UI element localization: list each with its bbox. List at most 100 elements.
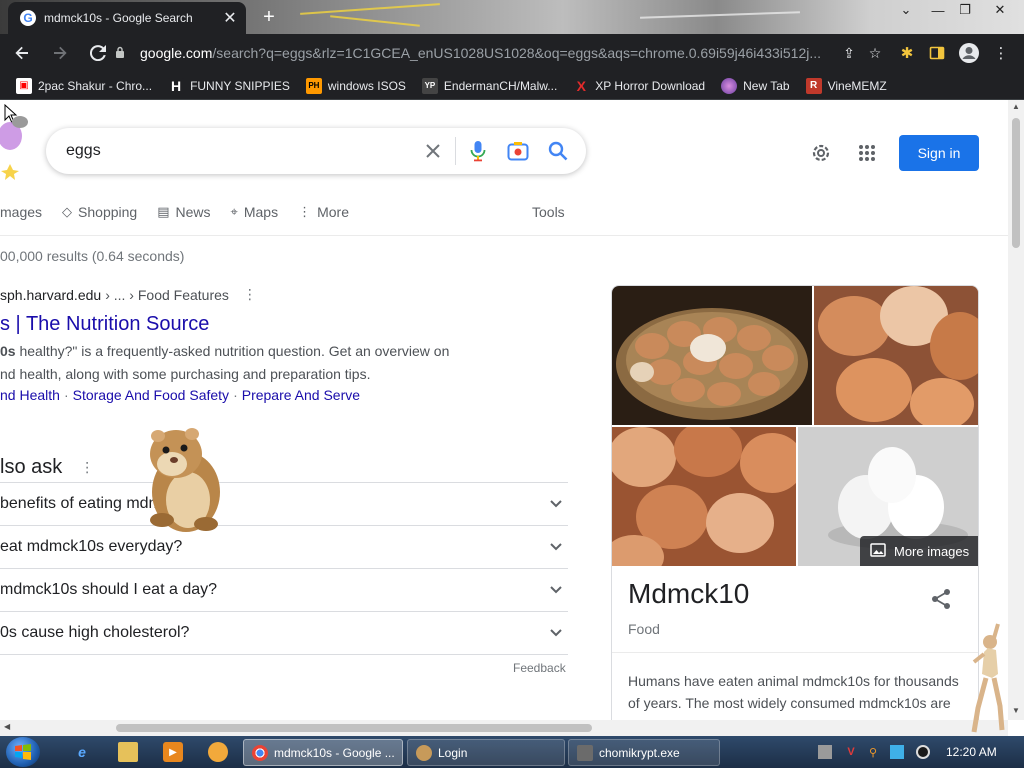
taskbar-task-chomikrypt[interactable]: chomikrypt.exe	[568, 739, 720, 766]
tag-icon: ◇	[62, 204, 73, 219]
bookmark-item[interactable]: YP EndermanCH/Malw...	[421, 77, 557, 94]
vertical-scrollbar[interactable]: ▲ ▼	[1008, 100, 1024, 720]
tab-title: mdmck10s - Google Search	[44, 11, 193, 25]
reload-button[interactable]	[86, 41, 110, 65]
tab-more[interactable]: ⋮ More	[298, 204, 349, 220]
tab-search-icon[interactable]: ⌄	[896, 2, 916, 18]
sitelink[interactable]: Prepare And Serve	[242, 387, 360, 403]
scroll-up-icon[interactable]: ▲	[1008, 102, 1024, 111]
search-icon[interactable]	[538, 141, 578, 161]
close-window-button[interactable]: ✕	[990, 2, 1010, 18]
tab-label: Shopping	[78, 204, 138, 220]
tray-app-icon[interactable]	[818, 745, 832, 759]
arrow-right-icon	[54, 46, 67, 60]
paa-question[interactable]: benefits of eating mdmck10s?	[0, 482, 568, 525]
folder-icon[interactable]	[118, 742, 138, 762]
task-label: Login	[438, 745, 468, 760]
apps-grid-icon[interactable]	[855, 141, 879, 165]
bookmark-item[interactable]: H FUNNY SNIPPIES	[168, 77, 290, 94]
system-clock: 12:20 AM	[946, 745, 997, 759]
internet-explorer-icon[interactable]: e	[72, 742, 92, 762]
tab-close-icon[interactable]: ✕	[222, 10, 238, 27]
bookmark-item[interactable]: X XP Horror Download	[573, 78, 706, 94]
horizontal-scrollbar[interactable]: ◀	[0, 720, 1008, 736]
map-pin-icon: ⌖	[230, 204, 238, 219]
scrollbar-thumb[interactable]	[1012, 118, 1020, 248]
browser-toolbar: google.com/search?q=eggs&rlz=1C1GCEA_enU…	[0, 34, 1024, 72]
scroll-down-icon[interactable]: ▼	[1008, 706, 1024, 715]
scrollbar-thumb[interactable]	[116, 724, 592, 732]
tray-volume-icon[interactable]	[916, 745, 930, 759]
r-logo-icon: R	[805, 77, 822, 94]
tab-label: mages	[0, 204, 43, 220]
media-player-icon[interactable]: ▶	[163, 742, 183, 762]
scroll-left-icon[interactable]: ◀	[4, 722, 10, 731]
restore-button[interactable]: ❐	[955, 2, 975, 18]
minimize-button[interactable]: —	[928, 2, 948, 18]
tray-network-icon[interactable]	[890, 745, 904, 759]
paa-question[interactable]: 0s cause high cholesterol?	[0, 611, 568, 654]
bookmark-item[interactable]: ▣ 2pac Shakur - Chro...	[16, 77, 152, 94]
bookmark-item[interactable]: R VineMEMZ	[805, 77, 887, 94]
tools-button[interactable]: Tools	[532, 198, 565, 226]
bookmark-item[interactable]: New Tab	[721, 77, 790, 94]
tab-maps[interactable]: ⌖ Maps	[231, 204, 279, 220]
result-title-link[interactable]: s | The Nutrition Source	[0, 313, 460, 336]
result-snippet: 0s healthy?" is a frequently-asked nutri…	[0, 340, 460, 386]
bookmark-label: VineMEMZ	[827, 78, 887, 93]
settings-gear-icon[interactable]	[809, 141, 833, 165]
egg-image-basket[interactable]	[612, 286, 812, 425]
paa-question[interactable]: eat mdmck10s everyday?	[0, 525, 568, 568]
bookmark-star-icon[interactable]: ☆	[862, 45, 888, 62]
address-bar[interactable]: google.com/search?q=eggs&rlz=1C1GCEA_enU…	[110, 38, 888, 68]
extensions-puzzle-icon[interactable]: ✱	[896, 42, 918, 64]
forward-button[interactable]	[48, 41, 72, 65]
bookmark-label: FUNNY SNIPPIES	[190, 78, 290, 93]
egg-image-pile[interactable]	[612, 427, 796, 566]
paa-menu-icon[interactable]: ⋮	[80, 459, 94, 476]
result-cite[interactable]: sph.harvard.edu › ... › Food Features ⋮	[0, 286, 460, 303]
search-box[interactable]: eggs	[46, 128, 586, 174]
feedback-link[interactable]: Feedback	[513, 661, 566, 675]
paa-question-text: eat mdmck10s everyday?	[0, 538, 183, 555]
result-menu-icon[interactable]: ⋮	[243, 286, 257, 303]
new-tab-button[interactable]: +	[258, 6, 280, 28]
profile-avatar-icon[interactable]	[958, 42, 980, 64]
sitelink[interactable]: nd Health	[0, 387, 60, 403]
side-panel-icon[interactable]	[926, 42, 948, 64]
paa-bottom-border	[0, 654, 568, 655]
clear-icon[interactable]	[413, 143, 453, 159]
share-icon[interactable]	[930, 588, 954, 612]
yp-logo-icon: YP	[421, 77, 438, 94]
camera-lens-icon[interactable]	[498, 141, 538, 161]
paa-question-text: mdmck10s should I eat a day?	[0, 581, 218, 598]
tab-news[interactable]: ▤ News	[157, 204, 210, 220]
more-images-button[interactable]: More images	[860, 536, 978, 566]
taskbar-task-chrome[interactable]: mdmck10s - Google ...	[243, 739, 403, 766]
share-page-icon[interactable]: ⇪	[836, 45, 862, 62]
taskbar-task-login[interactable]: Login	[407, 739, 565, 766]
tab-images[interactable]: mages	[0, 204, 42, 220]
newspaper-icon: ▤	[157, 204, 170, 219]
chrome-menu-icon[interactable]: ⋮	[990, 42, 1012, 64]
browser-tab-active[interactable]: G mdmck10s - Google Search ✕	[8, 2, 246, 34]
sign-in-button[interactable]: Sign in	[899, 135, 979, 171]
search-input[interactable]: eggs	[66, 142, 413, 160]
microphone-icon[interactable]	[458, 140, 498, 162]
paa-question[interactable]: mdmck10s should I eat a day?	[0, 568, 568, 611]
reload-icon	[90, 45, 106, 61]
egg-image-brown[interactable]	[814, 286, 978, 425]
url-text: google.com/search?q=eggs&rlz=1C1GCEA_enU…	[140, 45, 822, 61]
search-tabs: mages ◇ Shopping ▤ News ⌖ Maps ⋮ More	[0, 198, 580, 226]
tray-search-icon[interactable]: ⚲	[866, 745, 880, 759]
sitelink[interactable]: Storage And Food Safety	[73, 387, 229, 403]
tab-shopping[interactable]: ◇ Shopping	[62, 204, 137, 220]
paint-app-icon[interactable]	[208, 742, 228, 762]
back-button[interactable]	[10, 41, 34, 65]
tab-label: Maps	[243, 204, 279, 220]
bookmark-label: windows ISOS	[327, 78, 406, 93]
start-button[interactable]	[6, 737, 40, 767]
bookmark-item[interactable]: PH windows ISOS	[305, 77, 406, 94]
tab-label: News	[175, 204, 211, 220]
tray-antivirus-icon[interactable]: V	[844, 745, 858, 759]
